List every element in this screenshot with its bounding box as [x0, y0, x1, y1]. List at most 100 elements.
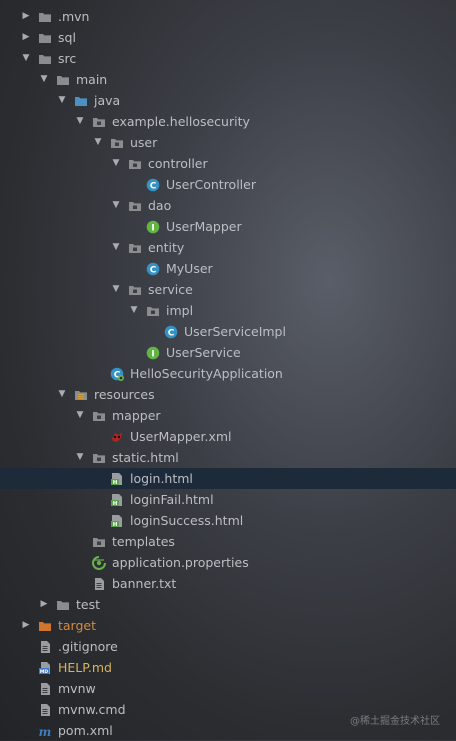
expand-arrow-down-icon[interactable]: ▼	[20, 48, 32, 69]
tree-node-java[interactable]: ▼ java	[0, 90, 456, 111]
text-file-icon	[92, 577, 106, 591]
tree-node-label: .gitignore	[58, 639, 118, 654]
expand-arrow-right-icon[interactable]: ▶	[38, 594, 50, 615]
interface-icon: I	[146, 346, 160, 360]
tree-node-mapper[interactable]: ▼ mapper	[0, 405, 456, 426]
tree-node-label: mvnw.cmd	[58, 702, 126, 717]
expand-arrow-right-icon[interactable]: ▶	[20, 615, 32, 636]
tree-node-controller[interactable]: ▼ controller	[0, 153, 456, 174]
folder-orange-icon	[38, 619, 52, 633]
tree-node-sql[interactable]: ▶ sql	[0, 27, 456, 48]
resources-folder-icon	[74, 388, 88, 402]
tree-node-label: entity	[148, 240, 185, 255]
tree-node-label: main	[76, 72, 108, 87]
tree-node-loginsuccess-html[interactable]: HloginSuccess.html	[0, 510, 456, 531]
tree-node-static-html[interactable]: ▼ static.html	[0, 447, 456, 468]
text-file-icon	[38, 640, 52, 654]
tree-node-label: controller	[148, 156, 208, 171]
tree-node-label: mvnw	[58, 681, 96, 696]
tree-node-main[interactable]: ▼ main	[0, 69, 456, 90]
tree-node-login-html[interactable]: Hlogin.html	[0, 468, 456, 489]
tree-node-gitignore[interactable]: .gitignore	[0, 636, 456, 657]
tree-node-label: MyUser	[166, 261, 213, 276]
expand-arrow-down-icon[interactable]: ▼	[110, 195, 122, 216]
expand-arrow-right-icon[interactable]: ▶	[20, 6, 32, 27]
tree-node-label: application.properties	[112, 555, 249, 570]
package-icon	[128, 199, 142, 213]
markdown-file-icon: MD	[38, 661, 52, 675]
tree-node-impl[interactable]: ▼ impl	[0, 300, 456, 321]
tree-node-test[interactable]: ▶ test	[0, 594, 456, 615]
expand-arrow-down-icon[interactable]: ▼	[74, 111, 86, 132]
folder-icon	[56, 598, 70, 612]
tree-node-user[interactable]: ▼ user	[0, 132, 456, 153]
expand-arrow-down-icon[interactable]: ▼	[56, 384, 68, 405]
html-file-icon: H	[110, 472, 124, 486]
expand-arrow-down-icon[interactable]: ▼	[92, 132, 104, 153]
tree-node-label: test	[76, 597, 101, 612]
package-icon	[92, 409, 106, 423]
tree-node-usercontroller[interactable]: C UserController	[0, 174, 456, 195]
tree-node-userservice[interactable]: I UserService	[0, 342, 456, 363]
tree-node-mvnw[interactable]: mvnw	[0, 678, 456, 699]
svg-text:H: H	[113, 480, 118, 486]
tree-node-application-properties[interactable]: application.properties	[0, 552, 456, 573]
text-file-icon	[38, 682, 52, 696]
expand-arrow-down-icon[interactable]: ▼	[128, 300, 140, 321]
tree-node-resources[interactable]: ▼ resources	[0, 384, 456, 405]
text-file-icon	[38, 703, 52, 717]
expand-arrow-down-icon[interactable]: ▼	[110, 279, 122, 300]
tree-node-label: static.html	[112, 450, 179, 465]
expand-arrow-down-icon[interactable]: ▼	[74, 447, 86, 468]
tree-node-mvn[interactable]: ▶ .mvn	[0, 6, 456, 27]
tree-node-label: UserMapper	[166, 219, 242, 234]
svg-text:H: H	[113, 522, 118, 528]
svg-text:C: C	[150, 265, 157, 275]
svg-text:C: C	[150, 181, 157, 191]
tree-node-label: impl	[166, 303, 194, 318]
expand-arrow-down-icon[interactable]: ▼	[38, 69, 50, 90]
expand-arrow-down-icon[interactable]: ▼	[110, 153, 122, 174]
tree-node-usermapper-xml[interactable]: UserMapper.xml	[0, 426, 456, 447]
package-icon	[92, 115, 106, 129]
tree-node-example-hellosecurity[interactable]: ▼ example.hellosecurity	[0, 111, 456, 132]
tree-node-usermapper[interactable]: I UserMapper	[0, 216, 456, 237]
spring-class-icon: C	[110, 367, 124, 381]
maven-file-icon: m	[38, 724, 52, 738]
tree-node-label: service	[148, 282, 193, 297]
tree-node-templates[interactable]: templates	[0, 531, 456, 552]
tree-node-label: target	[58, 618, 97, 633]
tree-node-label: UserServiceImpl	[184, 324, 286, 339]
tree-node-label: UserMapper.xml	[130, 429, 232, 444]
tree-node-label: sql	[58, 30, 76, 45]
tree-node-target[interactable]: ▶ target	[0, 615, 456, 636]
expand-arrow-right-icon[interactable]: ▶	[20, 27, 32, 48]
tree-node-service[interactable]: ▼ service	[0, 279, 456, 300]
class-icon: C	[146, 262, 160, 276]
expand-arrow-down-icon[interactable]: ▼	[56, 90, 68, 111]
folder-icon	[38, 52, 52, 66]
tree-node-label: loginFail.html	[130, 492, 214, 507]
package-icon	[146, 304, 160, 318]
expand-arrow-down-icon[interactable]: ▼	[110, 237, 122, 258]
class-icon: C	[146, 178, 160, 192]
tree-node-label: HelloSecurityApplication	[130, 366, 283, 381]
tree-node-label: UserController	[166, 177, 256, 192]
expand-arrow-down-icon[interactable]: ▼	[74, 405, 86, 426]
tree-node-loginfail-html[interactable]: HloginFail.html	[0, 489, 456, 510]
folder-icon	[38, 31, 52, 45]
tree-node-userserviceimpl[interactable]: C UserServiceImpl	[0, 321, 456, 342]
tree-node-banner-txt[interactable]: banner.txt	[0, 573, 456, 594]
tree-node-myuser[interactable]: C MyUser	[0, 258, 456, 279]
tree-node-entity[interactable]: ▼ entity	[0, 237, 456, 258]
properties-file-icon	[92, 556, 106, 570]
tree-node-hellosecurityapplication[interactable]: C HelloSecurityApplication	[0, 363, 456, 384]
tree-node-dao[interactable]: ▼ dao	[0, 195, 456, 216]
folder-blue-icon	[74, 94, 88, 108]
package-icon	[128, 157, 142, 171]
tree-node-label: src	[58, 51, 77, 66]
tree-node-src[interactable]: ▼ src	[0, 48, 456, 69]
tree-node-help-md[interactable]: MD HELP.md	[0, 657, 456, 678]
tree-node-label: templates	[112, 534, 175, 549]
folder-icon	[38, 10, 52, 24]
